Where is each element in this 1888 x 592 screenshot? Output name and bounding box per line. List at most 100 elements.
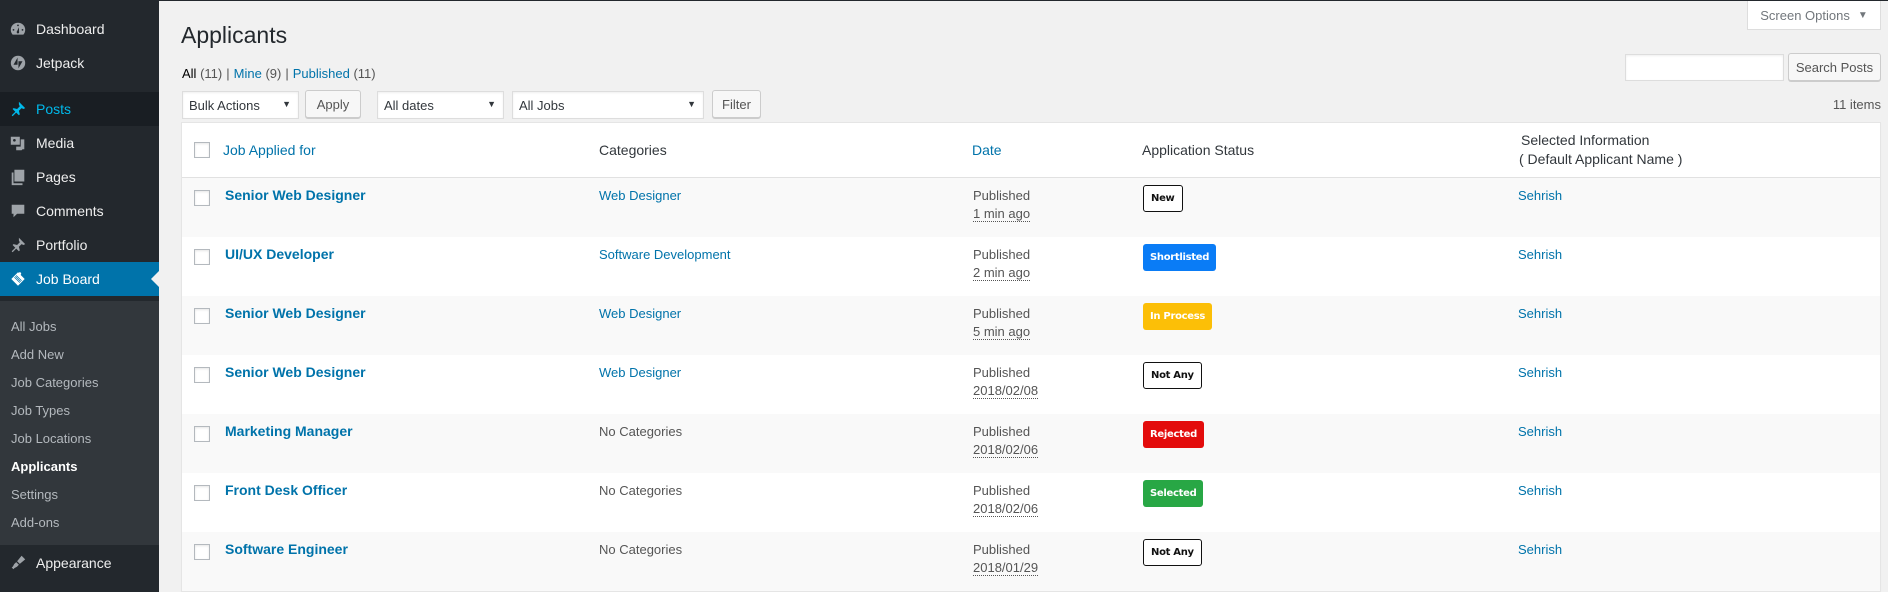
view-separator: | — [285, 66, 289, 81]
job-title-link[interactable]: Front Desk Officer — [225, 482, 347, 498]
view-all-link[interactable]: All (11) — [182, 66, 222, 81]
table-row: Senior Web Designer Web Designer Published… — [182, 178, 1880, 237]
sidebar-item-label: Portfolio — [36, 237, 88, 253]
view-all-label: All — [182, 66, 197, 81]
comment-icon — [0, 202, 36, 220]
sidebar-item-job-board[interactable]: Job Board — [0, 262, 159, 296]
column-categories: Categories — [599, 142, 667, 158]
view-mine-link[interactable]: Mine (9) — [234, 66, 282, 81]
sidebar-item-pages[interactable]: Pages — [0, 160, 159, 194]
date-value: 2 min ago — [973, 265, 1031, 281]
column-date[interactable]: Date — [972, 142, 1002, 158]
jobs-filter-select[interactable]: All Jobs ▼ — [512, 91, 704, 119]
apply-button[interactable]: Apply — [305, 90, 361, 118]
row-checkbox[interactable] — [194, 544, 210, 560]
row-checkbox[interactable] — [194, 249, 210, 265]
sidebar-item-dashboard[interactable]: Dashboard — [0, 12, 159, 46]
sidebar-item-media[interactable]: Media — [0, 126, 159, 160]
items-count: 11 items — [1832, 97, 1881, 112]
table-row: Senior Web Designer Web Designer Published… — [182, 296, 1880, 355]
column-application-status: Application Status — [1142, 142, 1255, 158]
submenu-item-all-jobs[interactable]: All Jobs — [11, 317, 57, 337]
admin-bar — [0, 0, 1888, 1]
submenu-item-applicants[interactable]: Applicants — [11, 457, 77, 477]
category-text: No Categories — [599, 483, 683, 498]
table-body: Senior Web Designer Web Designer Published… — [182, 178, 1880, 591]
post-status-views: All (11) | Mine (9) | Published (11) — [182, 66, 376, 81]
job-title-link[interactable]: Marketing Manager — [225, 423, 353, 439]
submenu-item-add-new[interactable]: Add New — [11, 345, 64, 365]
row-checkbox[interactable] — [194, 190, 210, 206]
category-link[interactable]: Web Designer — [599, 188, 681, 203]
sidebar-item-label: Comments — [36, 203, 104, 219]
table-row: Front Desk Officer No Categories Published… — [182, 473, 1880, 532]
sidebar-item-label: Pages — [36, 169, 76, 185]
category-text: No Categories — [599, 424, 683, 439]
pin-icon — [0, 100, 36, 118]
sidebar-item-label: Appearance — [36, 555, 112, 571]
column-job-applied-for[interactable]: Job Applied for — [223, 142, 316, 158]
date-filter-select[interactable]: All dates ▼ — [377, 91, 504, 119]
date-status: Published — [973, 542, 1031, 557]
applicant-name-link[interactable]: Sehrish — [1518, 424, 1562, 439]
applicant-name-link[interactable]: Sehrish — [1518, 365, 1562, 380]
clipboard-icon — [0, 270, 36, 288]
search-input[interactable] — [1625, 54, 1784, 81]
view-separator: | — [226, 66, 230, 81]
status-badge[interactable]: New — [1143, 185, 1183, 212]
status-badge[interactable]: Not Any — [1143, 539, 1202, 566]
sidebar-item-label: Jetpack — [36, 55, 85, 71]
sidebar-item-comments[interactable]: Comments — [0, 194, 159, 228]
table-row: Senior Web Designer Web Designer Published… — [182, 355, 1880, 414]
status-badge[interactable]: Not Any — [1143, 362, 1202, 389]
sidebar-item-appearance[interactable]: Appearance — [0, 546, 159, 580]
date-status: Published — [973, 306, 1031, 321]
row-checkbox[interactable] — [194, 426, 210, 442]
applicant-name-link[interactable]: Sehrish — [1518, 542, 1562, 557]
applicant-name-link[interactable]: Sehrish — [1518, 306, 1562, 321]
sidebar-item-portfolio[interactable]: Portfolio — [0, 228, 159, 262]
submenu-item-add-ons[interactable]: Add-ons — [11, 513, 59, 533]
filter-button[interactable]: Filter — [712, 90, 761, 118]
date-status: Published — [973, 483, 1031, 498]
view-published-link[interactable]: Published (11) — [293, 66, 376, 81]
status-badge[interactable]: Selected — [1143, 480, 1204, 507]
category-link[interactable]: Web Designer — [599, 365, 681, 380]
screen-options-button[interactable]: Screen Options ▼ — [1747, 1, 1881, 30]
sidebar-item-posts[interactable]: Posts — [0, 92, 159, 126]
job-title-link[interactable]: Software Engineer — [225, 541, 348, 557]
table-row: UI/UX Developer Software Development Publi… — [182, 237, 1880, 296]
job-title-link[interactable]: UI/UX Developer — [225, 246, 334, 262]
status-badge[interactable]: Shortlisted — [1143, 244, 1217, 271]
submenu-item-job-categories[interactable]: Job Categories — [11, 373, 98, 393]
submenu-item-job-types[interactable]: Job Types — [11, 401, 70, 421]
submenu-item-job-locations[interactable]: Job Locations — [11, 429, 91, 449]
category-link[interactable]: Web Designer — [599, 306, 681, 321]
applicant-name-link[interactable]: Sehrish — [1518, 188, 1562, 203]
row-checkbox[interactable] — [194, 367, 210, 383]
status-badge[interactable]: In Process — [1143, 303, 1213, 330]
bulk-actions-value: Bulk Actions — [189, 97, 260, 113]
category-link[interactable]: Software Development — [599, 247, 731, 262]
search-posts-button[interactable]: Search Posts — [1788, 53, 1881, 81]
bulk-actions-select[interactable]: Bulk Actions ▼ — [182, 91, 299, 119]
job-title-link[interactable]: Senior Web Designer — [225, 187, 366, 203]
table-row: Marketing Manager No Categories Published 2… — [182, 414, 1880, 473]
caret-down-icon: ▼ — [1857, 9, 1868, 21]
pin-icon — [0, 236, 36, 254]
select-all-checkbox[interactable] — [194, 142, 210, 158]
status-badge[interactable]: Rejected — [1143, 421, 1204, 448]
applicant-name-link[interactable]: Sehrish — [1518, 483, 1562, 498]
row-checkbox[interactable] — [194, 308, 210, 324]
table-header: Job Applied for Categories Date Applicat… — [182, 123, 1880, 178]
job-title-link[interactable]: Senior Web Designer — [225, 364, 366, 380]
date-value: 2018/02/06 — [973, 442, 1039, 458]
job-title-link[interactable]: Senior Web Designer — [225, 305, 366, 321]
column-selected-information-subtitle: ( Default Applicant Name ) — [1519, 151, 1683, 167]
sidebar-item-jetpack[interactable]: Jetpack — [0, 46, 159, 80]
submenu-item-settings[interactable]: Settings — [11, 485, 58, 505]
date-value: 2018/02/06 — [973, 501, 1039, 517]
applicant-name-link[interactable]: Sehrish — [1518, 247, 1562, 262]
view-published-label: Published — [292, 66, 350, 81]
row-checkbox[interactable] — [194, 485, 210, 501]
